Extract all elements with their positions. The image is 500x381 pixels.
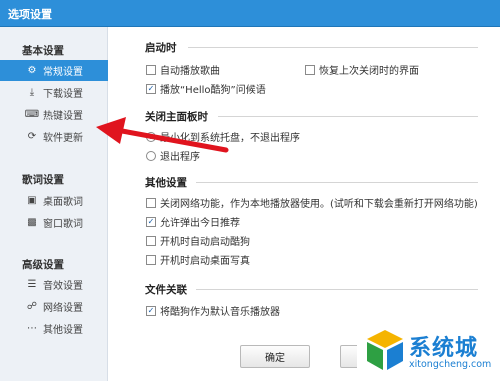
option-daily-recommend[interactable]: ✓ 允许弹出今日推荐 <box>146 214 240 229</box>
option-label: 最小化到系统托盘，不退出程序 <box>160 133 300 144</box>
gear-icon: ⚙ <box>27 64 37 76</box>
option-label: 播放“Hello酷狗”问候语 <box>160 85 266 96</box>
sidebar: 基本设置 ⚙ 常规设置 ⤓ 下载设置 ⌨ 热键设置 ⟳ 软件更新 歌词设置 ▣ … <box>0 27 108 381</box>
option-label: 退出程序 <box>160 152 200 163</box>
sidebar-item-label: 桌面歌词 <box>43 197 83 208</box>
desktop-lyrics-icon: ▣ <box>27 194 37 206</box>
sidebar-item-desktop-lyrics[interactable]: ▣ 桌面歌词 <box>0 190 108 211</box>
section-title-startup: 启动时 <box>145 42 177 54</box>
watermark: 系统城 xitongcheng.com <box>357 318 500 381</box>
equalizer-icon: ☰ <box>27 278 37 290</box>
option-label: 开机时自动启动酷狗 <box>160 237 250 248</box>
section-divider <box>218 116 478 117</box>
sidebar-item-label: 音效设置 <box>43 281 83 292</box>
option-label: 允许弹出今日推荐 <box>160 218 240 229</box>
checkbox[interactable] <box>146 197 156 208</box>
option-label: 将酷狗作为默认音乐播放器 <box>160 307 280 318</box>
checkbox-checked[interactable]: ✓ <box>146 216 156 227</box>
sidebar-group-advanced: 高级设置 <box>22 259 64 271</box>
sidebar-group-basic: 基本设置 <box>22 45 64 57</box>
checkbox[interactable] <box>146 64 156 75</box>
section-title-other: 其他设置 <box>145 177 187 189</box>
sidebar-item-label: 软件更新 <box>43 133 83 144</box>
watermark-url: xitongcheng.com <box>409 359 492 370</box>
checkbox[interactable] <box>305 64 315 75</box>
download-icon: ⤓ <box>29 86 35 98</box>
sidebar-item-label: 网络设置 <box>43 303 83 314</box>
option-minimize-tray[interactable]: 最小化到系统托盘，不退出程序 <box>146 129 300 144</box>
section-title-close: 关闭主面板时 <box>145 111 208 123</box>
option-restore-layout[interactable]: 恢复上次关闭时的界面 <box>305 62 419 77</box>
sidebar-item-window-lyrics[interactable]: ▩ 窗口歌词 <box>0 212 108 233</box>
checkbox-checked[interactable]: ✓ <box>146 83 156 94</box>
sidebar-item-label: 常规设置 <box>43 67 83 78</box>
option-exit-program[interactable]: 退出程序 <box>146 148 200 163</box>
window-title: 选项设置 <box>8 8 52 21</box>
sidebar-item-network[interactable]: ☍ 网络设置 <box>0 296 108 317</box>
radio-selected[interactable] <box>146 131 156 142</box>
sidebar-item-other[interactable]: ⋯ 其他设置 <box>0 318 108 339</box>
option-label: 自动播放歌曲 <box>160 66 220 77</box>
section-divider <box>196 182 478 183</box>
option-label: 开机时启动桌面写真 <box>160 256 250 267</box>
checkbox[interactable] <box>146 235 156 246</box>
keyboard-icon: ⌨ <box>24 108 40 120</box>
option-autoplay[interactable]: 自动播放歌曲 <box>146 62 220 77</box>
option-label: 恢复上次关闭时的界面 <box>319 66 419 77</box>
section-divider <box>196 289 478 290</box>
radio[interactable] <box>146 150 156 161</box>
checkbox[interactable] <box>146 254 156 265</box>
sidebar-item-download[interactable]: ⤓ 下载设置 <box>0 82 108 103</box>
sidebar-item-sound[interactable]: ☰ 音效设置 <box>0 274 108 295</box>
sidebar-group-lyrics: 歌词设置 <box>22 174 64 186</box>
more-icon: ⋯ <box>27 322 37 334</box>
option-desktop-photo[interactable]: 开机时启动桌面写真 <box>146 252 250 267</box>
option-disable-network[interactable]: 关闭网络功能，作为本地播放器使用。(试听和下载会重新打开网络功能) <box>146 195 478 210</box>
sidebar-item-update[interactable]: ⟳ 软件更新 <box>0 126 108 147</box>
sidebar-item-general[interactable]: ⚙ 常规设置 <box>0 60 108 81</box>
section-title-file-assoc: 文件关联 <box>145 284 187 296</box>
ok-button[interactable]: 确定 <box>240 345 310 368</box>
option-label: 关闭网络功能，作为本地播放器使用。(试听和下载会重新打开网络功能) <box>160 199 478 210</box>
title-bar: 选项设置 <box>0 0 500 27</box>
sidebar-item-label: 热键设置 <box>43 111 83 122</box>
window-lyrics-icon: ▩ <box>27 216 37 228</box>
section-divider <box>188 47 478 48</box>
sidebar-item-label: 窗口歌词 <box>43 219 83 230</box>
sidebar-item-label: 其他设置 <box>43 325 83 336</box>
refresh-icon: ⟳ <box>27 130 37 142</box>
sidebar-item-label: 下载设置 <box>43 89 83 100</box>
option-greeting[interactable]: ✓ 播放“Hello酷狗”问候语 <box>146 81 266 96</box>
option-default-player[interactable]: ✓ 将酷狗作为默认音乐播放器 <box>146 303 280 318</box>
watermark-brand: 系统城 <box>409 336 479 361</box>
sidebar-item-hotkeys[interactable]: ⌨ 热键设置 <box>0 104 108 125</box>
checkbox-checked[interactable]: ✓ <box>146 305 156 316</box>
network-icon: ☍ <box>26 300 38 312</box>
option-autostart[interactable]: 开机时自动启动酷狗 <box>146 233 250 248</box>
watermark-logo-icon <box>367 330 403 370</box>
